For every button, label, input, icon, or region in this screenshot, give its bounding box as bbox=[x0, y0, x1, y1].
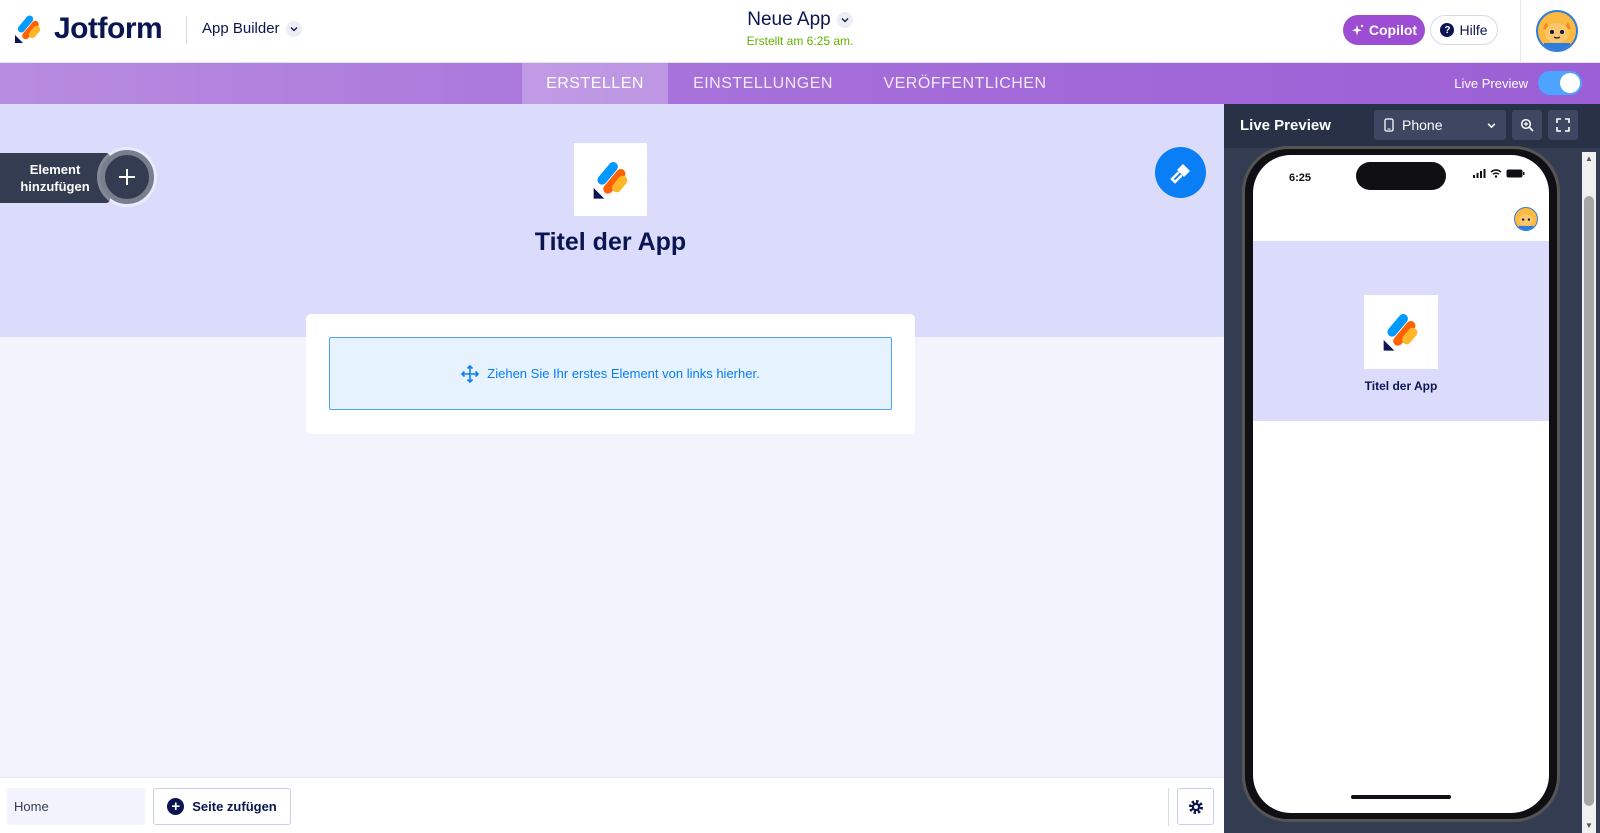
page-footer-bar: Home + Seite zufügen bbox=[0, 777, 1224, 833]
phone-status-icons bbox=[1473, 169, 1525, 178]
app-created-status: Erstellt am 6:25 am. bbox=[746, 34, 854, 48]
sparkle-icon bbox=[1351, 24, 1364, 35]
jotform-logo-icon bbox=[593, 161, 627, 199]
avatar[interactable] bbox=[1514, 207, 1538, 231]
help-button[interactable]: ? Hilfe bbox=[1430, 15, 1498, 45]
paint-roller-icon bbox=[1169, 163, 1190, 184]
zoom-button[interactable] bbox=[1512, 110, 1542, 140]
chevron-down-icon bbox=[285, 20, 302, 37]
product-label: App Builder bbox=[202, 20, 280, 37]
drop-hint: Ziehen Sie Ihr erstes Element von links … bbox=[487, 366, 760, 381]
fullscreen-icon bbox=[1556, 118, 1570, 132]
header-divider bbox=[1520, 0, 1521, 62]
live-preview-toggle-label: Live Preview bbox=[1454, 75, 1528, 91]
phone-clock: 6:25 bbox=[1289, 172, 1312, 184]
phone-app-title: Titel der App bbox=[1364, 379, 1438, 393]
add-page-button[interactable]: + Seite zufügen bbox=[153, 788, 291, 825]
footer-divider bbox=[1168, 788, 1169, 826]
copilot-button[interactable]: Copilot bbox=[1343, 15, 1425, 45]
move-arrows-icon bbox=[461, 364, 480, 383]
chevron-down-icon bbox=[1487, 122, 1496, 128]
header-divider bbox=[186, 16, 187, 44]
help-label: Hilfe bbox=[1459, 22, 1488, 38]
app-name-dropdown[interactable]: Neue App bbox=[747, 9, 853, 31]
element-drop-zone[interactable]: Ziehen Sie Ihr erstes Element von links … bbox=[329, 337, 892, 410]
jotform-logo-icon bbox=[1383, 314, 1418, 351]
app-designer-button[interactable] bbox=[1155, 147, 1206, 198]
jotform-logo-icon bbox=[15, 15, 41, 43]
live-preview-panel: Live Preview Phone 6:25 Titel der App ▲ … bbox=[1224, 104, 1600, 833]
toggle-knob bbox=[1560, 73, 1580, 93]
page-tab-home[interactable]: Home bbox=[7, 788, 145, 825]
device-select-value: Phone bbox=[1402, 117, 1443, 133]
add-element-button[interactable]: Element hinzufügen bbox=[0, 150, 154, 205]
avatar[interactable] bbox=[1536, 10, 1578, 52]
live-preview-header: Live Preview Phone bbox=[1224, 104, 1600, 148]
copilot-label: Copilot bbox=[1368, 22, 1418, 38]
scroll-thumb[interactable] bbox=[1584, 196, 1594, 806]
preview-scrollbar[interactable]: ▲ ▼ bbox=[1582, 152, 1596, 833]
fullscreen-button[interactable] bbox=[1548, 110, 1578, 140]
gear-icon bbox=[1188, 799, 1203, 814]
app-title[interactable]: Titel der App bbox=[450, 228, 771, 257]
product-switcher[interactable]: App Builder bbox=[202, 20, 302, 37]
phone-screen[interactable]: 6:25 Titel der App bbox=[1253, 155, 1549, 813]
live-preview-toggle-group: Live Preview bbox=[1454, 71, 1582, 95]
main-tabbar: ERSTELLEN EINSTELLUNGEN VERÖFFENTLICHEN … bbox=[0, 63, 1600, 104]
help-icon: ? bbox=[1440, 23, 1455, 37]
live-preview-title: Live Preview bbox=[1240, 117, 1331, 134]
battery-icon bbox=[1506, 169, 1525, 178]
app-name: Neue App bbox=[747, 9, 831, 30]
tab-einstellungen[interactable]: EINSTELLUNGEN bbox=[680, 63, 846, 104]
phone-icon bbox=[1384, 118, 1394, 132]
page-settings-button[interactable] bbox=[1177, 788, 1214, 825]
scroll-up-arrow[interactable]: ▲ bbox=[1584, 154, 1594, 164]
phone-app-icon bbox=[1364, 295, 1438, 369]
chevron-down-icon bbox=[836, 12, 853, 28]
add-page-label: Seite zufügen bbox=[192, 799, 277, 814]
dynamic-island bbox=[1356, 162, 1446, 190]
app-title-block: Neue App Erstellt am 6:25 am. bbox=[650, 9, 950, 48]
home-indicator bbox=[1351, 795, 1451, 799]
page-content-card: Ziehen Sie Ihr erstes Element von links … bbox=[306, 314, 915, 434]
jotform-logo[interactable]: Jotform bbox=[14, 12, 163, 46]
logo-text: Jotform bbox=[54, 12, 163, 45]
signal-icon bbox=[1473, 169, 1486, 178]
top-header: Jotform App Builder Neue App Erstellt am… bbox=[0, 0, 1600, 63]
phone-app-header: Titel der App bbox=[1253, 241, 1549, 421]
zoom-icon bbox=[1520, 118, 1534, 132]
phone-frame: 6:25 Titel der App bbox=[1242, 146, 1560, 822]
tab-erstellen[interactable]: ERSTELLEN bbox=[522, 63, 668, 104]
plus-icon bbox=[100, 150, 154, 204]
app-icon[interactable] bbox=[574, 143, 647, 216]
add-element-label: Element hinzufügen bbox=[0, 152, 110, 203]
scroll-down-arrow[interactable]: ▼ bbox=[1584, 821, 1594, 831]
wifi-icon bbox=[1490, 169, 1502, 178]
app-header-section[interactable]: Element hinzufügen Titel der App bbox=[0, 104, 1224, 337]
builder-canvas: Element hinzufügen Titel der App Ziehen … bbox=[0, 104, 1224, 777]
tab-veroeffentlichen[interactable]: VERÖFFENTLICHEN bbox=[876, 63, 1054, 104]
device-select[interactable]: Phone bbox=[1374, 110, 1506, 140]
live-preview-toggle[interactable] bbox=[1538, 71, 1582, 95]
plus-circle-icon: + bbox=[167, 798, 185, 815]
